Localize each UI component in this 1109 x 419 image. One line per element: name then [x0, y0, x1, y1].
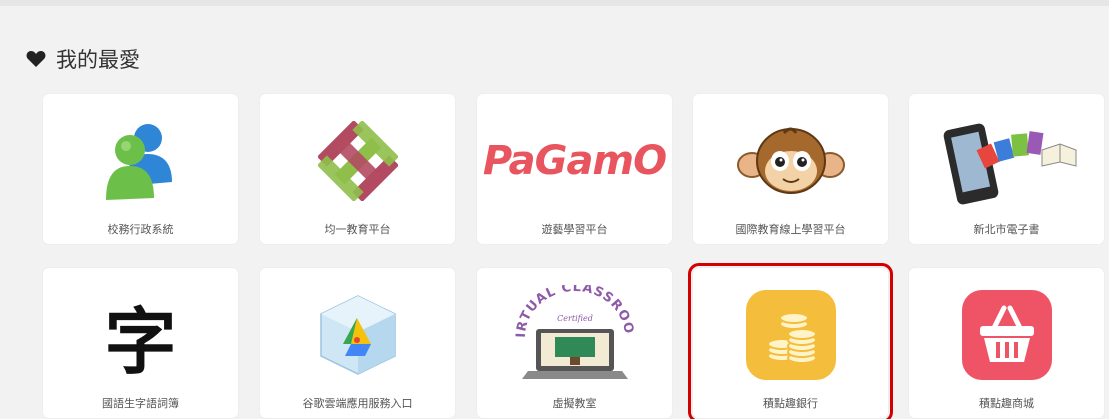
tile-pagamo[interactable]: PaGamO 遊藝學習平台: [477, 94, 672, 244]
tile-label: 國際教育線上學習平台: [735, 223, 846, 236]
shopping-basket-icon: [961, 290, 1052, 380]
heart-icon: [26, 51, 46, 67]
tile-label: 積點趣銀行: [763, 397, 818, 410]
ebook-tablet-icon: [943, 123, 1076, 205]
tile-new-taipei-ebook[interactable]: 新北市電子書: [909, 94, 1104, 244]
tile-google-cloud-apps[interactable]: 谷歌雲端應用服務入口: [260, 268, 455, 418]
tile-points-mall[interactable]: 積點趣商城: [909, 268, 1104, 418]
messenger-people-icon: [105, 124, 172, 200]
chinese-character-icon: 字: [104, 298, 177, 384]
tile-virtual-classroom[interactable]: VIRTUAL CLASSROOM Certified 虛擬教室: [477, 268, 672, 418]
tile-school-admin-system[interactable]: 校務行政系統: [43, 94, 238, 244]
tile-international-education[interactable]: 國際教育線上學習平台: [693, 94, 888, 244]
woven-pattern-icon: [317, 121, 398, 201]
coin-stack-icon: [745, 290, 836, 380]
favorites-header: 我的最愛: [26, 44, 140, 74]
tile-label: 谷歌雲端應用服務入口: [302, 397, 413, 410]
favorites-panel: 我的最愛 校務行政系統 均一教育平台 PaGamO 遊藝學習平台 國際教育線上學…: [0, 0, 1109, 419]
virtual-classroom-icon: VIRTUAL CLASSROOM Certified: [510, 285, 635, 379]
tile-label: 新北市電子書: [973, 223, 1040, 236]
google-apps-cube-icon: [319, 295, 396, 375]
tile-label: 遊藝學習平台: [541, 223, 608, 236]
tile-label: 虛擬教室: [552, 397, 597, 410]
tile-label: 均一教育平台: [324, 223, 391, 236]
tile-label: 積點趣商城: [979, 397, 1034, 410]
tile-label: 國語生字語詞簿: [102, 397, 179, 410]
tile-chinese-character-book[interactable]: 字 國語生字語詞簿: [43, 268, 238, 418]
tile-points-bank[interactable]: 積點趣銀行: [688, 263, 893, 419]
pagamo-logo: PaGamO: [482, 138, 667, 184]
badge-subtext: Certified: [557, 314, 593, 323]
tile-junyi-academy[interactable]: 均一教育平台: [260, 94, 455, 244]
monkey-face-icon: [736, 127, 845, 194]
tile-label: 校務行政系統: [107, 223, 174, 236]
section-title: 我的最愛: [56, 48, 140, 72]
